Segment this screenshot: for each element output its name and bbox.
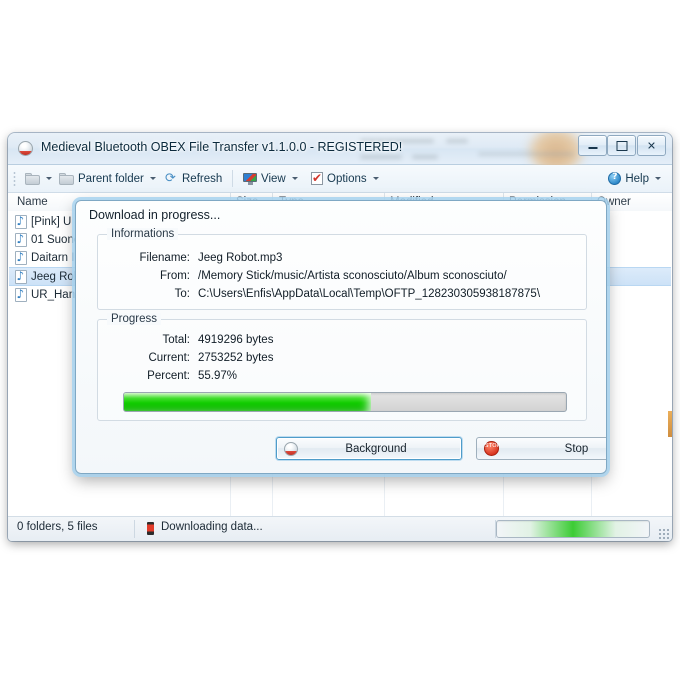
checklist-icon: ✔ bbox=[311, 171, 323, 185]
scroll-marker bbox=[668, 411, 672, 437]
file-name: 01 Suone bbox=[31, 233, 81, 246]
from-label: From: bbox=[159, 270, 190, 282]
stop-sign-icon: STOP bbox=[484, 441, 500, 456]
background-button-label: Background bbox=[345, 442, 407, 455]
background-button[interactable]: Background bbox=[276, 437, 462, 460]
toolbar-refresh-button[interactable]: ⟳ Refresh bbox=[162, 169, 225, 188]
refresh-icon: ⟳ bbox=[165, 171, 176, 186]
toolbar-grip[interactable] bbox=[13, 171, 16, 186]
toolbar-help-menu[interactable]: ? Help bbox=[605, 169, 664, 188]
progress-legend: Progress bbox=[107, 313, 162, 325]
maximize-button[interactable] bbox=[607, 135, 636, 156]
music-file-icon: ♪ bbox=[15, 214, 27, 229]
window-title: Medieval Bluetooth OBEX File Transfer v1… bbox=[41, 140, 403, 154]
status-message: Downloading data... bbox=[161, 521, 263, 533]
download-progress-dialog: Download in progress... Informations Fil… bbox=[75, 200, 607, 474]
toolbar-parent-folder-label: Parent folder bbox=[78, 172, 144, 185]
chevron-down-icon[interactable] bbox=[149, 177, 156, 180]
music-file-icon: ♪ bbox=[15, 269, 27, 284]
chevron-down-icon[interactable] bbox=[372, 177, 379, 180]
close-icon: ✕ bbox=[646, 139, 657, 152]
download-progress-bar bbox=[123, 392, 567, 412]
window-title-bar[interactable]: Medieval Bluetooth OBEX File Transfer v1… bbox=[8, 133, 672, 171]
close-button[interactable]: ✕ bbox=[637, 135, 666, 156]
chevron-down-icon[interactable] bbox=[655, 177, 661, 180]
folder-up-icon bbox=[59, 172, 74, 185]
toolbar-options-menu[interactable]: ✔ Options bbox=[308, 169, 382, 188]
toolbar-view-menu[interactable]: View bbox=[240, 169, 301, 188]
filename-value: Jeeg Robot.mp3 bbox=[198, 252, 283, 264]
progress-group: Progress Total: 4919296 bytes Current: 2… bbox=[97, 313, 587, 421]
music-file-icon: ♪ bbox=[15, 287, 27, 302]
file-name: Jeeg Rob bbox=[31, 270, 81, 283]
file-name: Daitarn I bbox=[31, 251, 75, 264]
current-label: Current: bbox=[148, 352, 190, 364]
toolbar-refresh-label: Refresh bbox=[182, 172, 223, 185]
file-name: [Pink] U bbox=[31, 215, 72, 228]
stop-button[interactable]: STOP Stop bbox=[476, 437, 606, 460]
bluetooth-icon bbox=[284, 441, 298, 456]
current-value: 2753252 bytes bbox=[198, 352, 274, 364]
status-separator bbox=[134, 520, 135, 538]
percent-value: 55.97% bbox=[198, 370, 238, 382]
chevron-down-icon[interactable] bbox=[291, 177, 298, 180]
toolbar-back-button[interactable] bbox=[22, 169, 55, 188]
toolbar-options-label: Options bbox=[327, 172, 367, 185]
download-progress-fill bbox=[124, 393, 372, 411]
glass-background-blur bbox=[478, 152, 574, 156]
toolbar-view-label: View bbox=[261, 172, 286, 185]
toolbar-parent-folder-button[interactable]: Parent folder bbox=[56, 169, 159, 188]
to-value: C:\Users\Enfis\AppData\Local\Temp\OFTP_1… bbox=[198, 288, 541, 300]
column-header-name[interactable]: Name bbox=[17, 196, 48, 208]
folder-icon bbox=[25, 172, 40, 185]
glass-background-blur bbox=[360, 155, 402, 159]
dialog-title: Download in progress... bbox=[89, 208, 221, 222]
status-file-count: 0 folders, 5 files bbox=[17, 521, 98, 533]
informations-group: Informations Filename: Jeeg Robot.mp3 Fr… bbox=[97, 228, 587, 310]
percent-label: Percent: bbox=[147, 370, 190, 382]
filename-label: Filename: bbox=[139, 252, 191, 264]
toolbar-help-label: Help bbox=[625, 172, 649, 185]
status-bar: 0 folders, 5 files Downloading data... bbox=[8, 516, 672, 541]
to-label: To: bbox=[174, 288, 190, 300]
glass-background-blur bbox=[412, 155, 438, 159]
music-file-icon: ♪ bbox=[15, 250, 27, 265]
glass-background-blur bbox=[446, 139, 468, 143]
total-value: 4919296 bytes bbox=[198, 334, 274, 346]
bluetooth-app-icon bbox=[18, 141, 33, 156]
transfer-indicator-icon bbox=[147, 522, 154, 535]
stop-button-label: Stop bbox=[564, 442, 589, 455]
help-icon: ? bbox=[608, 172, 622, 185]
music-file-icon: ♪ bbox=[15, 232, 27, 247]
from-value: /Memory Stick/music/Artista sconosciuto/… bbox=[198, 270, 507, 282]
minimize-button[interactable] bbox=[578, 135, 607, 156]
toolbar: Parent folder ⟳ Refresh View ✔ Options ?… bbox=[8, 165, 672, 193]
file-name: UR_Han bbox=[31, 288, 76, 301]
informations-legend: Informations bbox=[107, 228, 179, 240]
monitor-icon bbox=[243, 172, 257, 185]
chevron-down-icon[interactable] bbox=[46, 177, 52, 180]
total-label: Total: bbox=[162, 334, 191, 346]
toolbar-separator bbox=[232, 170, 233, 187]
resize-grip[interactable] bbox=[658, 528, 669, 539]
status-progress-bar bbox=[496, 520, 650, 538]
